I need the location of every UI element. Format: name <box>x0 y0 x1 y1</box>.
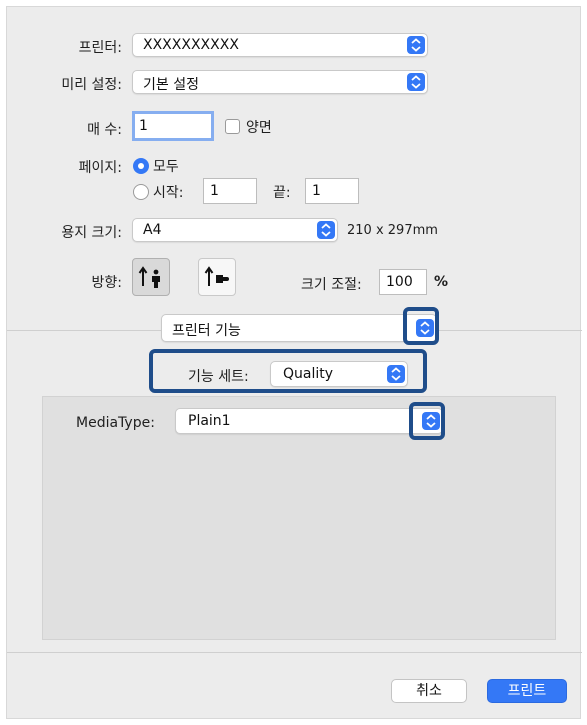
feature-set-value: Quality <box>283 366 334 382</box>
presets-popup[interactable]: 기본 설정 <box>132 70 428 94</box>
updown-chevron-icon <box>407 36 425 54</box>
copies-label: 매 수: <box>87 122 122 138</box>
scale-field[interactable]: 100 <box>379 269 427 295</box>
scale-unit: % <box>434 274 449 290</box>
paper-size-popup[interactable]: A4 <box>132 218 338 242</box>
copies-field[interactable]: 1 <box>132 111 214 141</box>
pages-to-label: 끝: <box>273 185 291 201</box>
section-popup[interactable]: 프린터 기능 <box>161 314 437 342</box>
duplex-checkbox[interactable] <box>225 119 240 134</box>
printer-value: XXXXXXXXXX <box>143 37 239 53</box>
portrait-person-icon <box>138 266 160 288</box>
media-type-label: MediaType: <box>76 415 155 431</box>
orientation-landscape-button[interactable] <box>198 258 236 296</box>
copies-value: 1 <box>139 118 148 134</box>
orientation-portrait-button[interactable] <box>132 258 170 296</box>
updown-chevron-icon <box>407 73 425 91</box>
updown-chevron-icon <box>387 365 405 383</box>
pages-to-value: 1 <box>312 183 321 199</box>
paper-dimensions: 210 x 297mm <box>347 223 438 238</box>
media-type-stepper-highlight <box>409 402 445 440</box>
section-stepper-highlight <box>403 307 439 345</box>
media-type-value: Plain1 <box>188 413 231 429</box>
pages-from-field[interactable]: 1 <box>203 178 257 204</box>
pages-from-value: 1 <box>210 183 219 199</box>
printer-popup[interactable]: XXXXXXXXXX <box>132 33 428 57</box>
pages-all-radio[interactable] <box>133 158 149 174</box>
printer-label: 프린터: <box>78 40 122 56</box>
landscape-icon <box>204 266 229 286</box>
feature-set-label: 기능 세트: <box>188 369 249 385</box>
orientation-label: 방향: <box>91 275 122 291</box>
paper-size-value: A4 <box>143 222 162 238</box>
print-button[interactable]: 프린트 <box>487 679 567 703</box>
scale-label: 크기 조절: <box>301 277 362 293</box>
duplex-label: 양면 <box>246 120 272 136</box>
pages-to-field[interactable]: 1 <box>305 178 359 204</box>
updown-chevron-icon <box>317 221 335 239</box>
pages-label: 페이지: <box>78 160 122 176</box>
pages-from-label: 시작: <box>153 185 184 201</box>
pages-range-radio[interactable] <box>133 184 149 200</box>
presets-label: 미리 설정: <box>61 77 122 93</box>
section-popup-value: 프린터 기능 <box>172 323 241 339</box>
pages-all-label: 모두 <box>153 159 179 175</box>
bottom-separator <box>7 652 582 653</box>
print-dialog: 프린터: XXXXXXXXXX 미리 설정: 기본 설정 매 수: 1 양면 페… <box>6 6 582 719</box>
presets-value: 기본 설정 <box>143 77 199 93</box>
cancel-button[interactable]: 취소 <box>391 679 467 703</box>
media-type-popup[interactable]: Plain1 <box>175 408 443 434</box>
scale-value: 100 <box>386 274 413 290</box>
feature-set-popup[interactable]: Quality <box>270 361 408 387</box>
paper-size-label: 용지 크기: <box>61 225 122 241</box>
